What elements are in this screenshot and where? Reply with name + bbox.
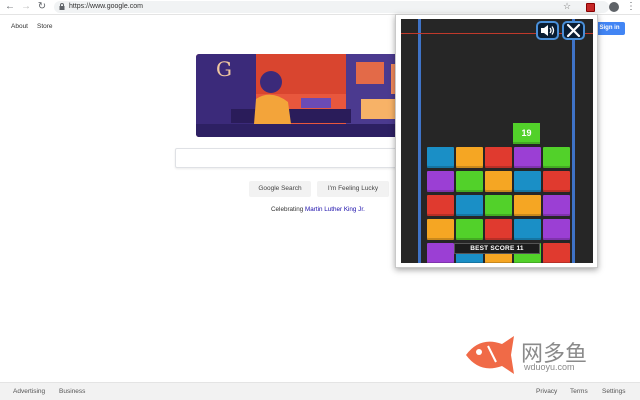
game-tile[interactable] — [485, 147, 512, 168]
game-tile[interactable] — [485, 171, 512, 192]
game-tile[interactable] — [456, 195, 483, 216]
lock-icon — [59, 3, 65, 10]
game-tile[interactable] — [514, 171, 541, 192]
right-rail — [572, 19, 575, 263]
game-tile[interactable] — [456, 147, 483, 168]
reload-icon[interactable]: ↻ — [36, 1, 48, 13]
signin-button[interactable]: Sign in — [594, 22, 625, 35]
extension-popup: 19 BEST SCORE 11 — [395, 14, 598, 268]
store-link[interactable]: Store — [37, 23, 53, 30]
about-link[interactable]: About — [11, 23, 28, 30]
footer-business-link[interactable]: Business — [59, 388, 85, 395]
game-tile[interactable] — [543, 195, 570, 216]
browser-toolbar: ← → ↻ https://www.google.com ☆ ⋮ — [0, 0, 640, 15]
falling-tile: 19 — [513, 123, 540, 144]
game-tile[interactable] — [427, 195, 454, 216]
celebrating-prefix: Celebrating — [271, 206, 304, 213]
game-tile[interactable] — [427, 219, 454, 240]
sound-button[interactable] — [536, 21, 559, 40]
footer: Advertising Business Privacy Terms Setti… — [0, 382, 640, 400]
footer-settings-link[interactable]: Settings — [602, 388, 626, 395]
game-tile[interactable] — [543, 219, 570, 240]
game-tile[interactable] — [543, 243, 570, 263]
forward-icon[interactable]: → — [20, 1, 32, 13]
game-tile[interactable] — [456, 219, 483, 240]
google-search-button[interactable]: Google Search — [249, 181, 311, 197]
address-bar[interactable]: https://www.google.com — [54, 1, 609, 13]
left-rail — [418, 19, 421, 263]
game-tile[interactable] — [514, 195, 541, 216]
feeling-lucky-button[interactable]: I'm Feeling Lucky — [317, 181, 389, 197]
celebrating-text: Celebrating Martin Luther King Jr. — [271, 206, 365, 213]
profile-icon[interactable] — [609, 2, 619, 12]
extension-icon[interactable] — [586, 3, 595, 12]
game-board[interactable]: 19 BEST SCORE 11 — [401, 19, 593, 263]
footer-privacy-link[interactable]: Privacy — [536, 388, 557, 395]
footer-terms-link[interactable]: Terms — [570, 388, 588, 395]
speaker-icon — [541, 25, 555, 36]
svg-text:G: G — [216, 57, 232, 81]
star-icon[interactable]: ☆ — [563, 0, 571, 13]
close-button[interactable] — [562, 21, 585, 40]
close-icon — [566, 23, 581, 38]
back-icon[interactable]: ← — [4, 1, 16, 13]
game-tile[interactable] — [456, 171, 483, 192]
game-tile[interactable] — [427, 243, 454, 263]
url-text: https://www.google.com — [69, 3, 143, 10]
watermark-domain-text: wduoyu.com — [524, 362, 575, 372]
game-tile[interactable] — [543, 147, 570, 168]
celebrating-link[interactable]: Martin Luther King Jr. — [305, 206, 365, 213]
game-tile[interactable] — [485, 195, 512, 216]
game-tile[interactable] — [514, 219, 541, 240]
game-tile[interactable] — [485, 219, 512, 240]
footer-advertising-link[interactable]: Advertising — [13, 388, 45, 395]
game-tile[interactable] — [427, 147, 454, 168]
game-tile[interactable] — [427, 171, 454, 192]
game-tile[interactable] — [543, 171, 570, 192]
game-tile[interactable] — [514, 147, 541, 168]
vertical-dots-icon[interactable]: ⋮ — [626, 0, 636, 14]
watermark-fish-logo — [466, 336, 514, 374]
best-score-label: BEST SCORE 11 — [454, 243, 540, 254]
